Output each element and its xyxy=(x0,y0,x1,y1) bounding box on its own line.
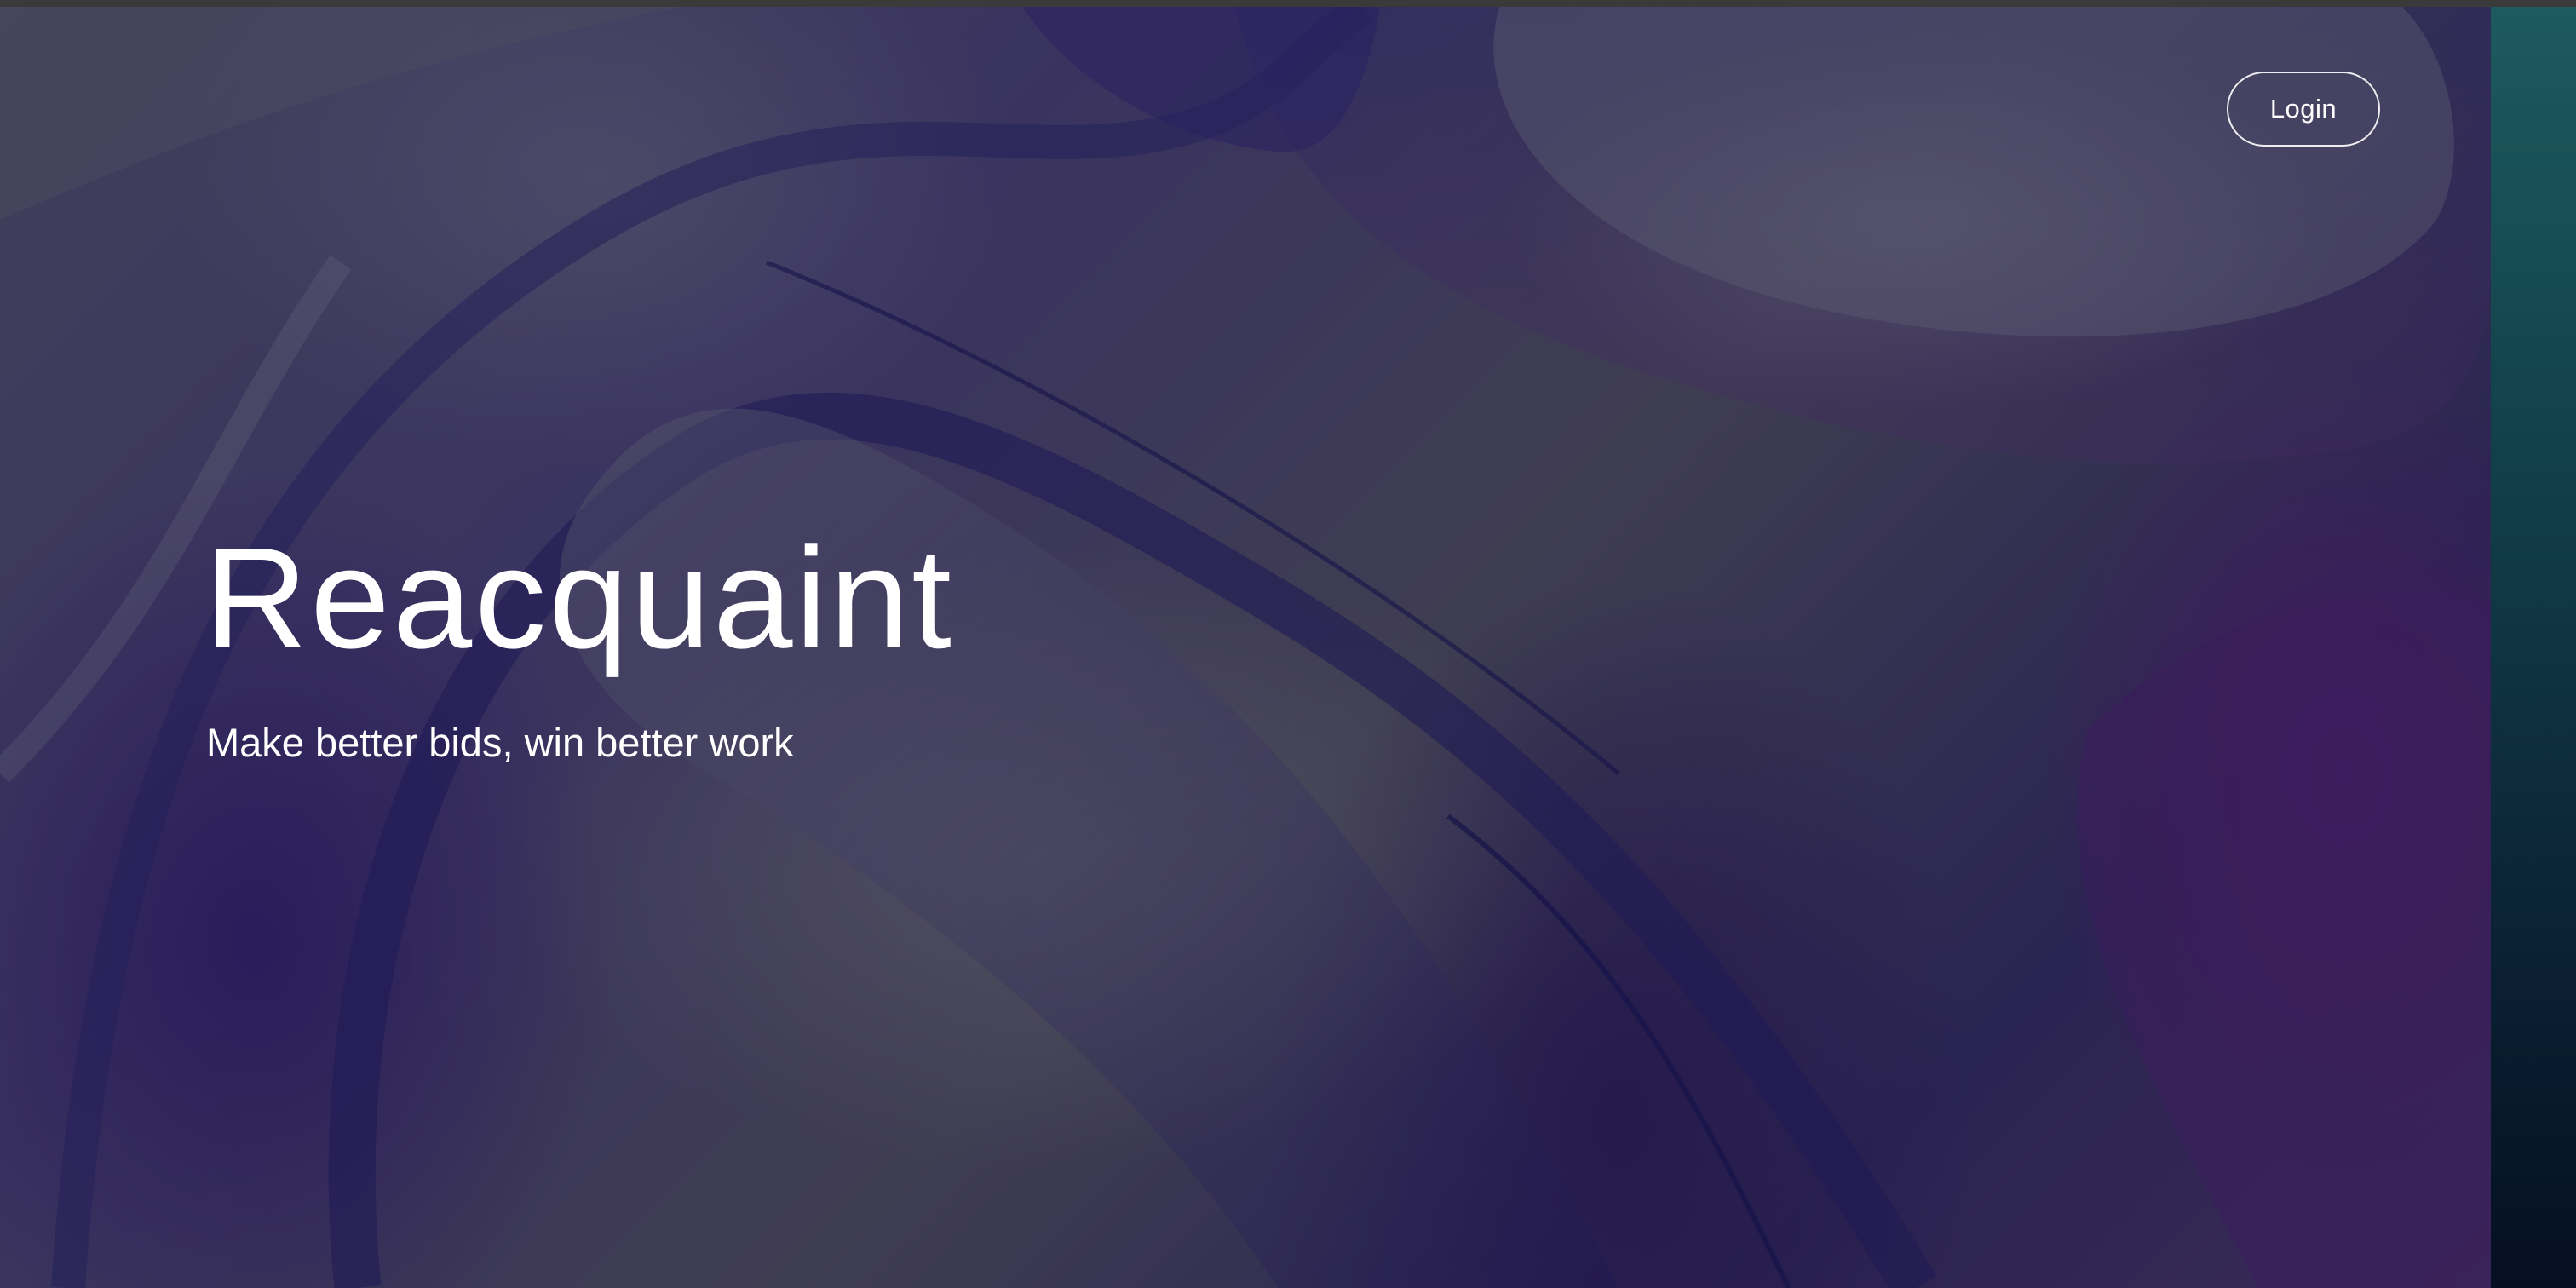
hero-tagline: Make better bids, win better work xyxy=(206,720,794,765)
hero-section: Login Reacquaint Make better bids, win b… xyxy=(0,7,2491,1288)
app-window: Login Reacquaint Make better bids, win b… xyxy=(0,0,2576,1288)
hero-title: Reacquaint xyxy=(204,518,954,678)
window-top-edge xyxy=(0,0,2576,7)
login-button[interactable]: Login xyxy=(2227,72,2380,147)
side-accent-strip xyxy=(2491,7,2576,1288)
